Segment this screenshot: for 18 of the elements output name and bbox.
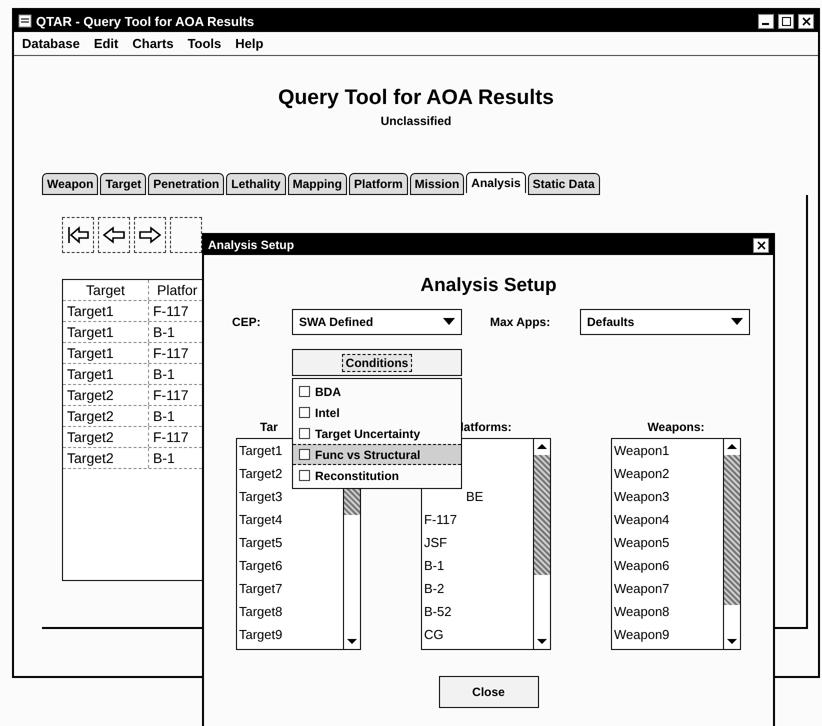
table-cell: Target2	[63, 385, 149, 405]
page-title: Query Tool for AOA Results	[278, 86, 554, 110]
table-cell: Target1	[63, 343, 149, 363]
table-cell: Target2	[63, 427, 149, 447]
list-label: Weapons:	[647, 420, 705, 434]
table-cell: Target1	[63, 364, 149, 384]
column-header: Target	[63, 280, 149, 300]
list-label: latforms:	[460, 420, 512, 434]
window-title: QTAR - Query Tool for AOA Results	[36, 14, 256, 28]
table-cell: Target2	[63, 406, 149, 426]
dialog-title: Analysis Setup	[208, 238, 294, 252]
dialog-heading: Analysis Setup	[420, 275, 557, 297]
condition-label: Reconstitution	[315, 468, 399, 482]
table-cell: Target1	[63, 301, 149, 321]
classification-label: Unclassified	[380, 114, 452, 128]
max-apps-label: Max Apps:	[490, 315, 552, 329]
table-cell: Target1	[63, 322, 149, 342]
table-cell: Target2	[63, 448, 149, 468]
